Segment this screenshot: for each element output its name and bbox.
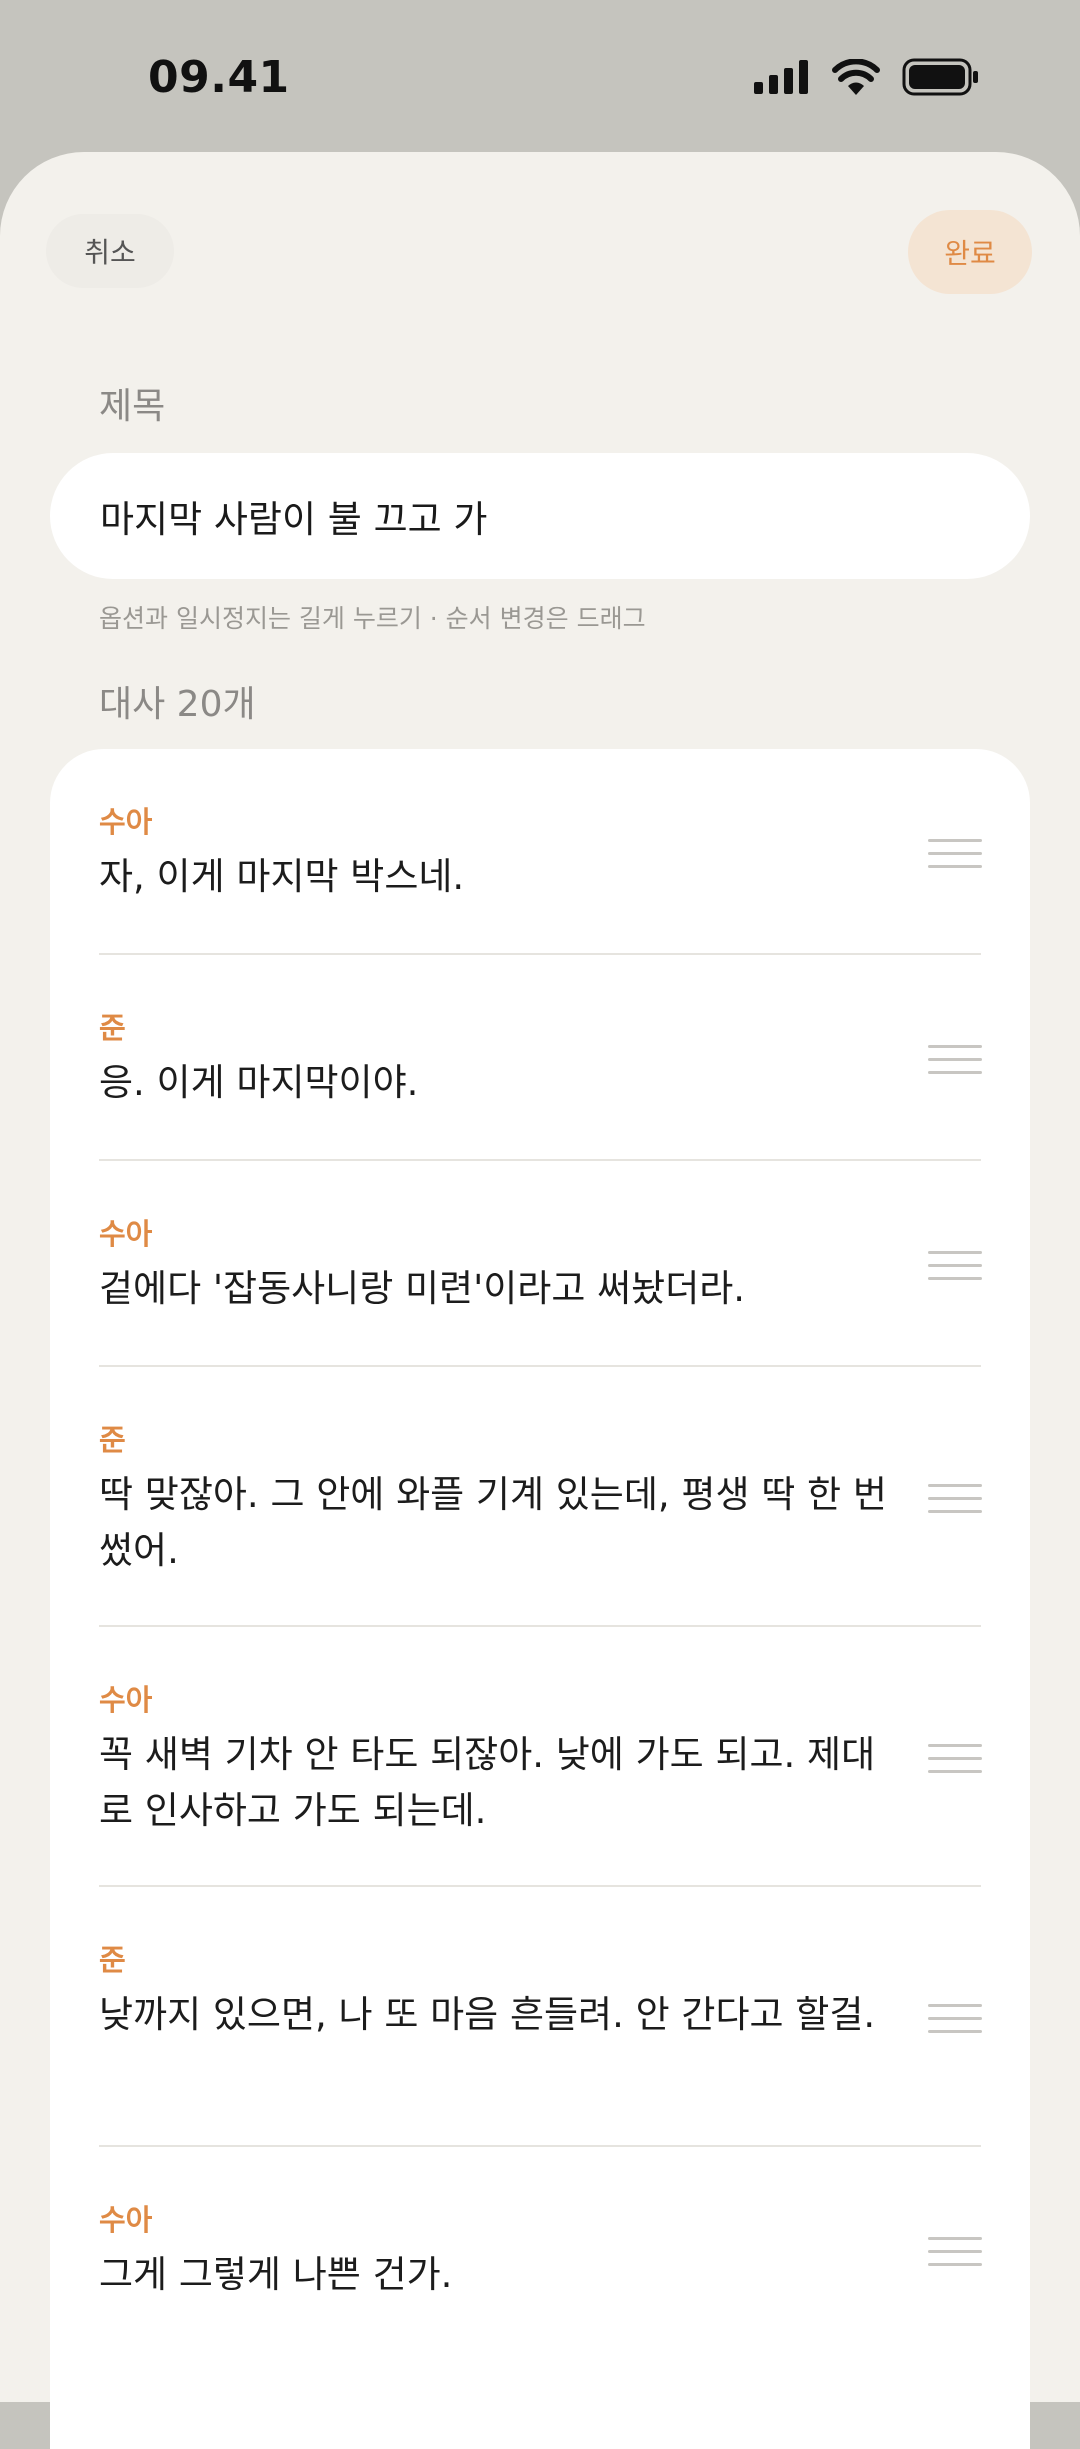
list-item[interactable]: 준 낮까지 있으면, 나 또 마음 흔들려. 안 간다고 할걸. <box>50 1887 1030 2147</box>
speaker-name: 수아 <box>99 805 153 839</box>
line-text: 자, 이게 마지막 박스네. <box>99 855 465 898</box>
speaker-name: 수아 <box>99 2203 153 2237</box>
speaker-name: 수아 <box>99 1683 153 1717</box>
title-section-label: 제목 <box>99 386 166 427</box>
list-item[interactable]: 수아 자, 이게 마지막 박스네. <box>50 749 1030 955</box>
drag-handle-icon[interactable] <box>928 1484 982 1514</box>
status-bar: 09.41 <box>0 0 1080 152</box>
cancel-button[interactable]: 취소 <box>46 214 174 288</box>
cellular-signal-icon <box>754 60 808 94</box>
wifi-icon <box>832 59 880 95</box>
status-time: 09.41 <box>148 52 290 103</box>
speaker-name: 준 <box>99 1943 126 1977</box>
title-input-value: 마지막 사람이 불 끄고 가 <box>100 498 488 541</box>
edit-sheet: 취소 완료 제목 마지막 사람이 불 끄고 가 옵션과 일시정지는 길게 누르기… <box>0 152 1080 2449</box>
speaker-name: 준 <box>99 1423 126 1457</box>
list-item[interactable]: 준 응. 이게 마지막이야. <box>50 955 1030 1161</box>
done-button[interactable]: 완료 <box>908 210 1032 294</box>
list-item[interactable]: 준 딱 맞잖아. 그 안에 와플 기계 있는데, 평생 딱 한 번 썼어. <box>50 1367 1030 1627</box>
drag-handle-icon[interactable] <box>928 2004 982 2034</box>
line-text: 꼭 새벽 기차 안 타도 되잖아. 낮에 가도 되고. 제대로 인사하고 가도 … <box>99 1733 876 1832</box>
line-text: 그게 그렇게 나쁜 건가. <box>99 2253 453 2296</box>
line-text: 낮까지 있으면, 나 또 마음 흔들려. 안 간다고 할걸. <box>99 1993 876 2036</box>
status-icons <box>754 58 980 96</box>
list-item[interactable]: 수아 그게 그렇게 나쁜 건가. <box>50 2147 1030 2353</box>
drag-handle-icon[interactable] <box>928 1045 982 1075</box>
speaker-name: 준 <box>99 1011 126 1045</box>
speaker-name: 수아 <box>99 1217 153 1251</box>
battery-icon <box>902 58 978 96</box>
line-text: 응. 이게 마지막이야. <box>99 1061 419 1104</box>
line-text: 딱 맞잖아. 그 안에 와플 기계 있는데, 평생 딱 한 번 썼어. <box>99 1473 887 1572</box>
drag-handle-icon[interactable] <box>928 1744 982 1774</box>
drag-handle-icon[interactable] <box>928 1251 982 1281</box>
drag-handle-icon[interactable] <box>928 2237 982 2267</box>
lines-list: 수아 자, 이게 마지막 박스네. 준 응. 이게 마지막이야. 수아 겉에다 … <box>50 749 1030 2449</box>
line-text: 겉에다 '잡동사니랑 미련'이라고 써놨더라. <box>99 1267 746 1310</box>
hint-text: 옵션과 일시정지는 길게 누르기 · 순서 변경은 드래그 <box>99 604 646 633</box>
title-input[interactable]: 마지막 사람이 불 끄고 가 <box>50 453 1030 579</box>
list-item[interactable]: 수아 꼭 새벽 기차 안 타도 되잖아. 낮에 가도 되고. 제대로 인사하고 … <box>50 1627 1030 1887</box>
drag-handle-icon[interactable] <box>928 839 982 869</box>
lines-section-label: 대사 20개 <box>99 684 256 725</box>
list-item[interactable]: 수아 겉에다 '잡동사니랑 미련'이라고 써놨더라. <box>50 1161 1030 1367</box>
